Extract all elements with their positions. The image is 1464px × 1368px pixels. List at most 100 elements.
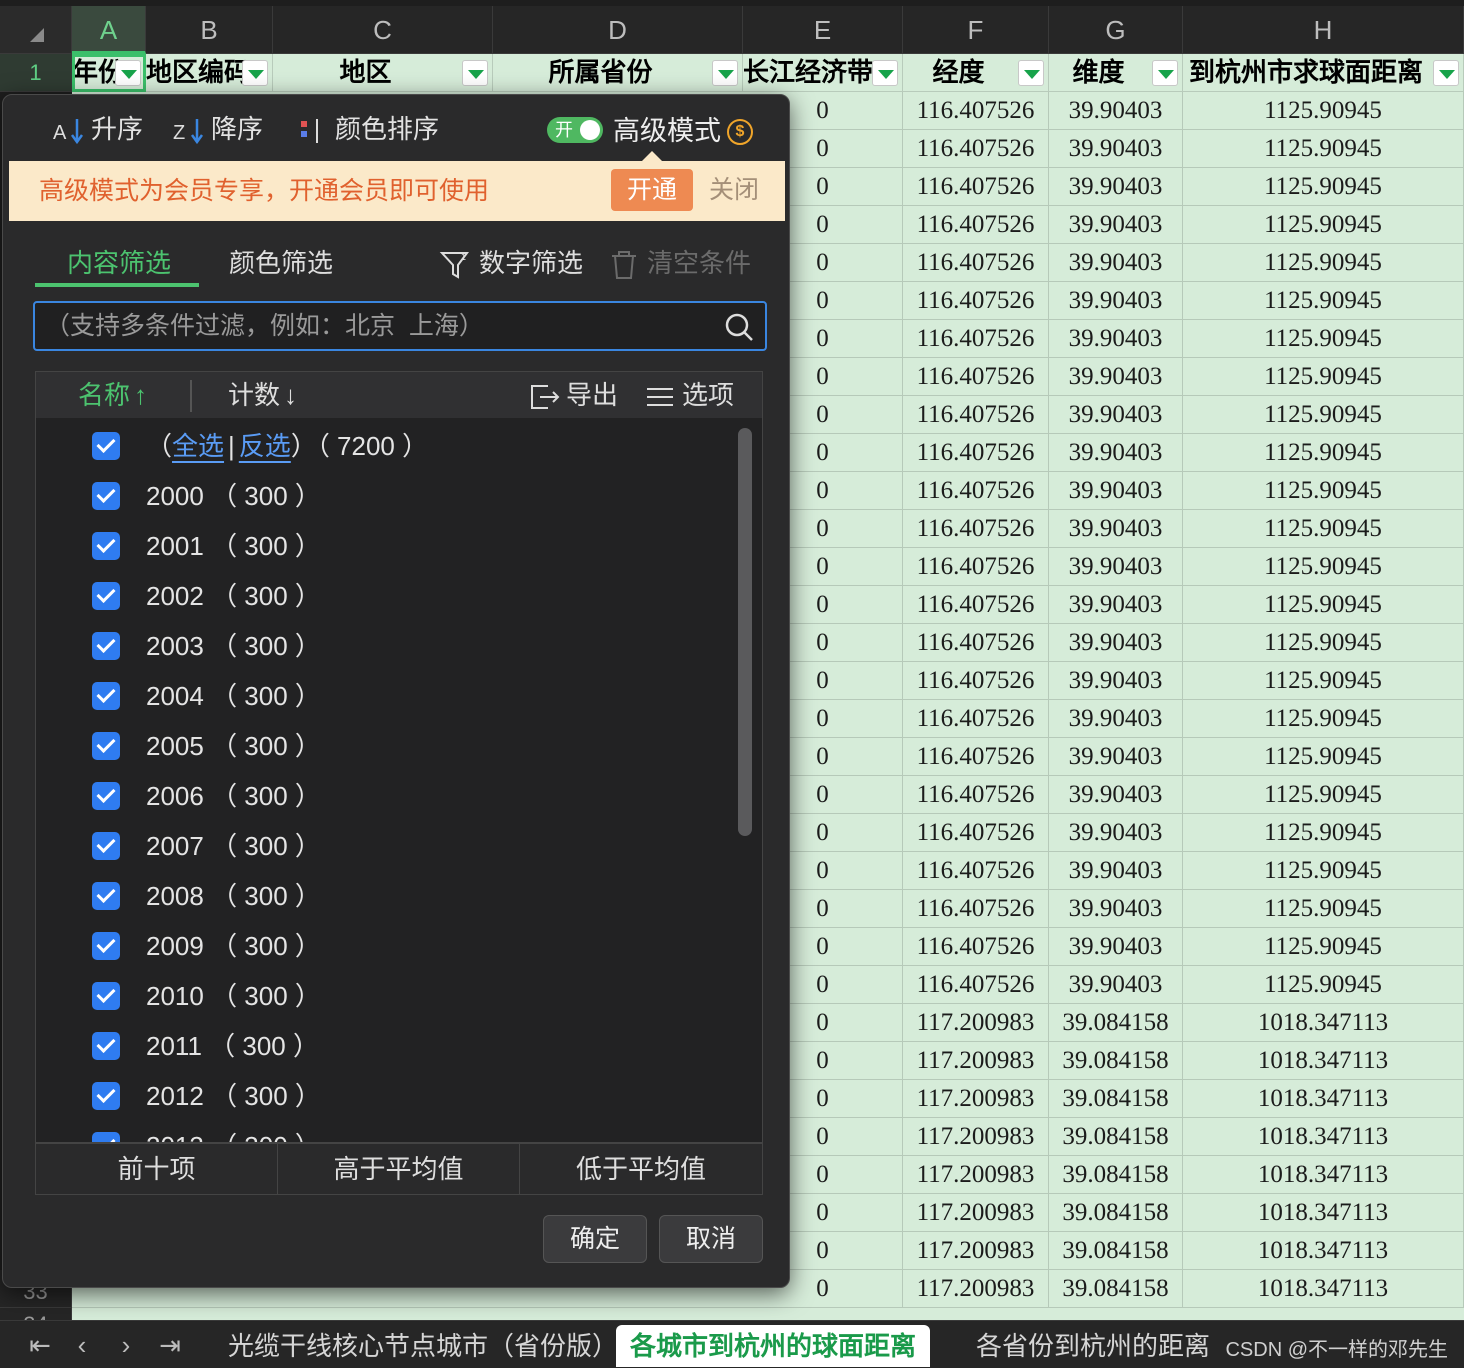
table-cell[interactable]: 116.407526: [903, 434, 1049, 471]
table-cell[interactable]: 116.407526: [903, 776, 1049, 813]
table-cell[interactable]: 116.407526: [903, 890, 1049, 927]
table-cell[interactable]: 39.084158: [1049, 1118, 1183, 1155]
table-cell[interactable]: 116.407526: [903, 168, 1049, 205]
row-header-1[interactable]: 1: [0, 54, 72, 92]
list-item[interactable]: 2004 （ 300 ）: [36, 672, 726, 722]
item-checkbox[interactable]: [92, 932, 120, 960]
table-cell[interactable]: 1125.90945: [1183, 244, 1464, 281]
table-cell[interactable]: 116.407526: [903, 472, 1049, 509]
list-item[interactable]: 2008 （ 300 ）: [36, 872, 726, 922]
header-cell-yangtze[interactable]: 长江经济带: [743, 54, 903, 92]
row-header-34[interactable]: 34: [0, 1308, 72, 1320]
list-item[interactable]: 2001 （ 300 ）: [36, 522, 726, 572]
sort-by-name-button[interactable]: 名称 ↑: [78, 372, 147, 418]
above-average-button[interactable]: 高于平均值: [278, 1144, 520, 1194]
header-cell-longitude[interactable]: 经度: [903, 54, 1049, 92]
table-cell[interactable]: 1125.90945: [1183, 282, 1464, 319]
select-all-checkbox[interactable]: [92, 432, 120, 460]
table-cell[interactable]: 116.407526: [903, 206, 1049, 243]
table-cell[interactable]: 116.407526: [903, 130, 1049, 167]
table-cell[interactable]: 117.200983: [903, 1156, 1049, 1193]
table-cell[interactable]: 1125.90945: [1183, 510, 1464, 547]
table-cell[interactable]: 117.200983: [903, 1080, 1049, 1117]
tab-content-filter[interactable]: 内容筛选: [67, 241, 171, 285]
item-checkbox[interactable]: [92, 832, 120, 860]
filter-dropdown-button[interactable]: [115, 60, 141, 86]
top-ten-button[interactable]: 前十项: [36, 1144, 278, 1194]
table-cell[interactable]: 1125.90945: [1183, 700, 1464, 737]
table-cell[interactable]: 39.084158: [1049, 1156, 1183, 1193]
list-item[interactable]: 2011 （ 300 ）: [36, 1022, 726, 1072]
item-checkbox[interactable]: [92, 882, 120, 910]
table-cell[interactable]: 1125.90945: [1183, 206, 1464, 243]
table-cell[interactable]: 116.407526: [903, 662, 1049, 699]
table-cell[interactable]: 116.407526: [903, 358, 1049, 395]
table-cell[interactable]: 1125.90945: [1183, 548, 1464, 585]
item-checkbox[interactable]: [92, 532, 120, 560]
table-cell[interactable]: 39.90403: [1049, 852, 1183, 889]
header-cell-year[interactable]: 年份: [72, 54, 146, 92]
table-cell[interactable]: 116.407526: [903, 814, 1049, 851]
table-cell[interactable]: 39.90403: [1049, 472, 1183, 509]
table-cell[interactable]: 1125.90945: [1183, 928, 1464, 965]
prev-sheet-button[interactable]: ‹: [64, 1329, 100, 1361]
filter-dropdown-button[interactable]: [712, 60, 738, 86]
sort-by-count-button[interactable]: 计数 ↓: [228, 372, 297, 418]
table-cell[interactable]: 39.90403: [1049, 396, 1183, 433]
sort-ascending-button[interactable]: A 升序: [51, 109, 143, 149]
list-scrollbar-thumb[interactable]: [738, 428, 752, 836]
table-cell[interactable]: 39.90403: [1049, 776, 1183, 813]
table-cell[interactable]: 39.90403: [1049, 130, 1183, 167]
export-button[interactable]: 导出: [528, 372, 618, 418]
table-cell[interactable]: 1125.90945: [1183, 776, 1464, 813]
select-all-row[interactable]: （全选 | 反选）（ 7200 ）: [36, 422, 726, 472]
table-cell[interactable]: 117.200983: [903, 1194, 1049, 1231]
table-cell[interactable]: 117.200983: [903, 1042, 1049, 1079]
table-cell[interactable]: 1125.90945: [1183, 890, 1464, 927]
table-cell[interactable]: 116.407526: [903, 738, 1049, 775]
table-cell[interactable]: 117.200983: [903, 1118, 1049, 1155]
next-sheet-button[interactable]: ›: [108, 1329, 144, 1361]
list-item[interactable]: 2000 （ 300 ）: [36, 472, 726, 522]
table-cell[interactable]: 1125.90945: [1183, 662, 1464, 699]
table-cell[interactable]: 1125.90945: [1183, 358, 1464, 395]
list-item[interactable]: 2003 （ 300 ）: [36, 622, 726, 672]
header-cell-province[interactable]: 所属省份: [493, 54, 743, 92]
table-cell[interactable]: 1018.347113: [1183, 1080, 1464, 1117]
table-cell[interactable]: 116.407526: [903, 282, 1049, 319]
column-header-f[interactable]: F: [903, 6, 1049, 54]
table-cell[interactable]: 39.90403: [1049, 168, 1183, 205]
table-cell[interactable]: 39.90403: [1049, 548, 1183, 585]
header-cell-region[interactable]: 地区: [273, 54, 493, 92]
table-cell[interactable]: 116.407526: [903, 92, 1049, 129]
list-item[interactable]: 2013 （ 300 ）: [36, 1122, 726, 1142]
table-cell[interactable]: 1018.347113: [1183, 1118, 1464, 1155]
table-cell[interactable]: 1125.90945: [1183, 624, 1464, 661]
item-checkbox[interactable]: [92, 632, 120, 660]
table-cell[interactable]: 1125.90945: [1183, 966, 1464, 1003]
table-cell[interactable]: 39.90403: [1049, 92, 1183, 129]
below-average-button[interactable]: 低于平均值: [520, 1144, 762, 1194]
item-checkbox[interactable]: [92, 582, 120, 610]
column-header-c[interactable]: C: [273, 6, 493, 54]
filter-dropdown-button[interactable]: [1433, 60, 1459, 86]
confirm-button[interactable]: 确定: [543, 1215, 647, 1263]
table-cell[interactable]: 1125.90945: [1183, 852, 1464, 889]
last-sheet-button[interactable]: ⇥: [152, 1329, 188, 1361]
list-item[interactable]: 2002 （ 300 ）: [36, 572, 726, 622]
list-item[interactable]: 2006 （ 300 ）: [36, 772, 726, 822]
sheet-tab-active[interactable]: 各城市到杭州的球面距离: [616, 1325, 931, 1367]
item-checkbox[interactable]: [92, 982, 120, 1010]
column-header-d[interactable]: D: [493, 6, 743, 54]
table-cell[interactable]: 39.90403: [1049, 662, 1183, 699]
filter-search-input[interactable]: [45, 303, 705, 349]
select-all-corner[interactable]: [0, 6, 72, 54]
table-cell[interactable]: 1018.347113: [1183, 1156, 1464, 1193]
table-cell[interactable]: 39.90403: [1049, 738, 1183, 775]
header-cell-region-code[interactable]: 地区编码: [146, 54, 273, 92]
table-cell[interactable]: 39.084158: [1049, 1194, 1183, 1231]
table-cell[interactable]: 1125.90945: [1183, 130, 1464, 167]
list-item[interactable]: 2009 （ 300 ）: [36, 922, 726, 972]
table-cell[interactable]: 39.90403: [1049, 206, 1183, 243]
column-header-b[interactable]: B: [146, 6, 273, 54]
